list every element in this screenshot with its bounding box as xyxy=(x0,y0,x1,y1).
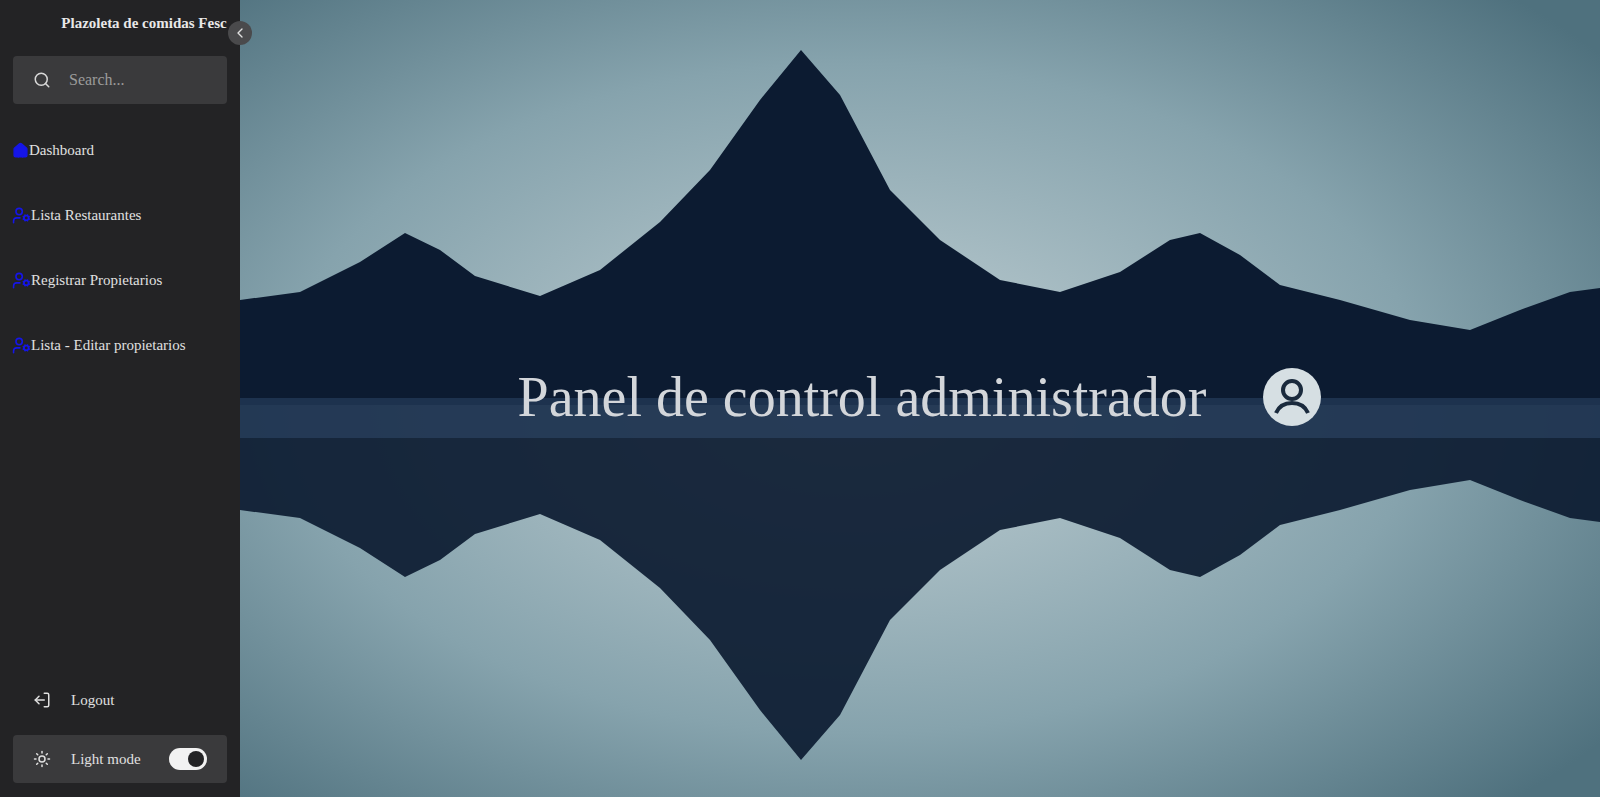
sun-icon xyxy=(33,750,51,768)
toggle-knob xyxy=(188,751,204,767)
user-icon xyxy=(12,271,31,290)
app: Plazoleta de comidas Fesc Dashboard Lista … xyxy=(0,0,1600,797)
sidebar: Plazoleta de comidas Fesc Dashboard Lista … xyxy=(0,0,240,797)
collapse-button[interactable] xyxy=(228,21,252,45)
logout-button[interactable]: Logout xyxy=(13,685,227,715)
sidebar-title: Plazoleta de comidas Fesc xyxy=(60,12,228,34)
search-icon xyxy=(33,71,51,89)
user-icon xyxy=(12,206,31,225)
search-input[interactable] xyxy=(69,68,207,92)
sidebar-item[interactable]: Lista Restaurantes xyxy=(0,203,240,228)
sidebar-item[interactable]: Lista - Editar propietarios xyxy=(0,333,240,358)
main-panel: Panel de control administrador xyxy=(240,0,1600,797)
search-field[interactable] xyxy=(13,56,227,104)
sidebar-item[interactable]: Dashboard xyxy=(0,138,240,163)
chevron-left-icon xyxy=(232,25,248,41)
sidebar-nav: Dashboard Lista Restaurantes Registrar Pro… xyxy=(0,104,240,358)
sidebar-item[interactable]: Registrar Propietarios xyxy=(0,268,240,293)
home-icon xyxy=(12,142,29,159)
theme-toggle-row: Light mode xyxy=(13,735,227,783)
theme-toggle[interactable] xyxy=(169,748,207,770)
user-avatar-icon[interactable] xyxy=(1262,367,1322,427)
page-heading: Panel de control administrador xyxy=(518,363,1207,431)
user-icon xyxy=(12,336,31,355)
logout-icon xyxy=(33,691,51,709)
